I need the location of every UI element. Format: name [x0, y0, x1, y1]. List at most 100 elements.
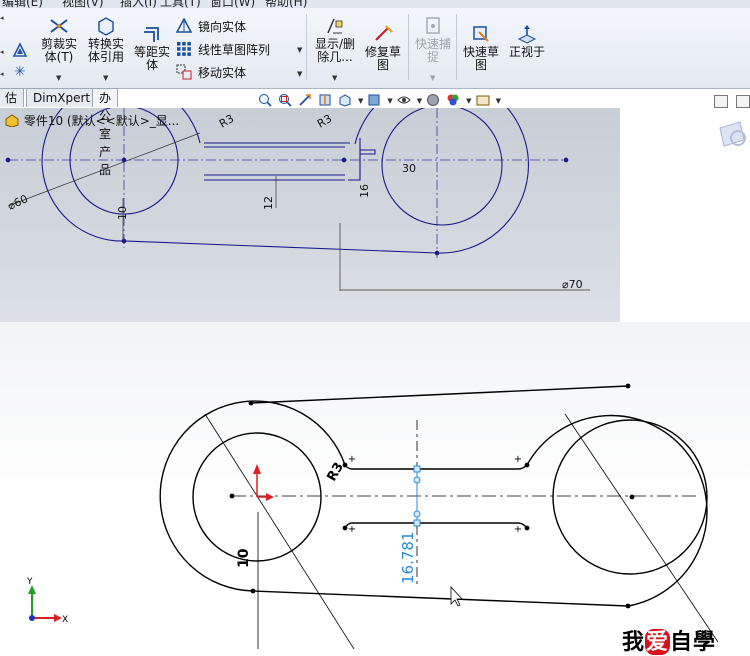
mirror-icon [176, 18, 192, 33]
apply-scene-icon[interactable] [446, 93, 460, 107]
slot-top [344, 464, 528, 470]
normal-to-icon [517, 25, 537, 44]
rapid-sketch-icon [473, 26, 489, 42]
linear-dimension: 10 [236, 548, 252, 568]
normal-to-button[interactable]: 正视于 [506, 24, 548, 59]
origin-x-arrowhead [266, 493, 274, 501]
rapid-sketch-label: 快速草 图 [462, 45, 499, 72]
dimension-handle [413, 510, 421, 518]
section-view-icon[interactable] [318, 93, 332, 107]
tab-evaluate[interactable]: 估 [0, 88, 25, 107]
zoom-to-fit-icon[interactable] [258, 93, 272, 107]
sketch-point [563, 157, 569, 163]
quick-snaps-button[interactable]: 快速捕 捉 [412, 16, 454, 64]
edit-appearance-icon[interactable] [426, 93, 440, 107]
linear-dimension: 16 [358, 184, 371, 198]
mirror-label: 镜向实体 [198, 20, 247, 34]
sketch-point [121, 238, 127, 244]
pattern-label: 线性草图阵列 [198, 43, 271, 57]
relation-mark: + [514, 524, 522, 535]
display-delete-label: 显示/删 除几... [314, 37, 356, 64]
right-outer-arc [354, 108, 529, 254]
trim-label: 剪裁实 体(T) [40, 37, 77, 64]
move-icon [176, 64, 192, 80]
sketch-point [341, 157, 347, 163]
display-style-icon[interactable] [367, 93, 381, 107]
quick-snap-label: 快速捕 捉 [414, 37, 451, 64]
convert-label: 转换实 体引用 [87, 37, 124, 64]
graphics-area[interactable]: + + + +16.781 R3 10 Y X [0, 322, 750, 649]
convert-icon [98, 17, 114, 36]
diameter-leader [564, 413, 719, 643]
part-label: 零件10 (默认<<默认>_显... [23, 114, 180, 128]
dimension-handle [413, 465, 421, 473]
slot-end [348, 138, 376, 181]
repair-label: 修复草 图 [364, 45, 401, 72]
offset-label: 等距实 体 [133, 45, 170, 72]
hide-show-items-icon[interactable] [397, 93, 411, 107]
normal-to-label: 正视于 [508, 45, 545, 59]
tangent-line [124, 240, 438, 254]
triad-x-label: X [62, 615, 68, 625]
sketch-point [5, 157, 11, 163]
point-tool-icon[interactable]: ✳ [14, 64, 26, 80]
bottom-tangent [252, 590, 629, 607]
reference-drawing: R3 R3 ⌀60 10 12 16 30 ⌀70 [0, 108, 620, 322]
window-controls [706, 95, 750, 111]
linear-dimension: 10 [116, 206, 129, 220]
restore-icon[interactable] [714, 95, 728, 108]
offset-entities-button[interactable]: 等距实 体 [132, 24, 172, 72]
linear-dimension: 12 [262, 196, 275, 210]
slot-bottom [344, 522, 528, 529]
repair-sketch-button[interactable]: 修复草 图 [362, 24, 404, 72]
diameter-dimension: ⌀60 [6, 192, 30, 212]
offset-icon [144, 27, 159, 42]
feature-tree-item[interactable]: 零件10 (默认<<默认>_显... [4, 112, 179, 129]
tab-office-products[interactable]: 办公室产品 [92, 88, 119, 177]
active-sketch[interactable]: + ++ +16.781R310YX [0, 322, 750, 649]
sketch-point [248, 400, 254, 406]
triad-origin [29, 615, 35, 621]
sketch-point [625, 603, 631, 609]
triad-y-label: Y [26, 577, 33, 587]
previous-view-icon[interactable] [298, 93, 312, 107]
linear-dimension: 16.781 [399, 532, 417, 585]
maximize-icon[interactable] [736, 95, 750, 108]
radius-dimension: R3 [315, 112, 334, 131]
convert-entities-button[interactable]: 转换实 体引用 [84, 16, 128, 64]
sketch-point [250, 588, 256, 594]
diameter-dimension: ⌀70 [562, 278, 583, 291]
chevron-down-icon[interactable]: ◂ [0, 14, 4, 22]
linear-dimension: 30 [402, 162, 416, 175]
heads-up-view-toolbar: ▼ ▼ ▼ ▼ ▼ [258, 92, 501, 107]
top-tangent [250, 385, 629, 404]
polygon-tool-icon[interactable] [12, 42, 28, 58]
rapid-sketch-button[interactable]: 快速草 图 [460, 24, 502, 72]
relations-icon [327, 18, 343, 34]
dimension-handle [413, 476, 421, 484]
sketch-point [121, 157, 127, 163]
quick-snap-icon [426, 17, 440, 34]
tab-dimxpert[interactable]: DimXpert [26, 88, 98, 107]
trim-icon [50, 19, 68, 33]
origin-y-arrowhead [253, 464, 261, 474]
view-settings-icon[interactable] [476, 93, 490, 107]
sketch-point [434, 250, 440, 256]
move-entities-button[interactable]: 移动实体 [176, 64, 246, 81]
trim-entities-button[interactable]: 剪裁实 体(T) [38, 16, 80, 64]
dimension-handle [413, 519, 421, 527]
sketch-point [229, 493, 235, 499]
zoom-area-icon[interactable] [278, 93, 292, 107]
mirror-entities-button[interactable]: 镜向实体 [176, 18, 246, 35]
display-delete-relations-button[interactable]: 显示/删 除几... [312, 16, 358, 64]
linear-pattern-button[interactable]: 线性草图阵列 [176, 41, 270, 58]
watermark-logo: 我爱自學 [622, 629, 717, 655]
diameter-leader [204, 413, 355, 649]
view-orientation-icon[interactable] [338, 93, 352, 107]
relation-mark: + [348, 454, 356, 465]
pattern-icon [177, 42, 191, 56]
sketch-ribbon: ◂ ✳ ◂ ◂ 剪裁实 体(T) ▼ 转换实 体引用 ▼ 等距实 体 镜向实体 … [0, 8, 750, 89]
relation-mark: + [348, 524, 356, 535]
repair-icon [375, 25, 393, 41]
task-pane-icon[interactable] [714, 118, 748, 154]
